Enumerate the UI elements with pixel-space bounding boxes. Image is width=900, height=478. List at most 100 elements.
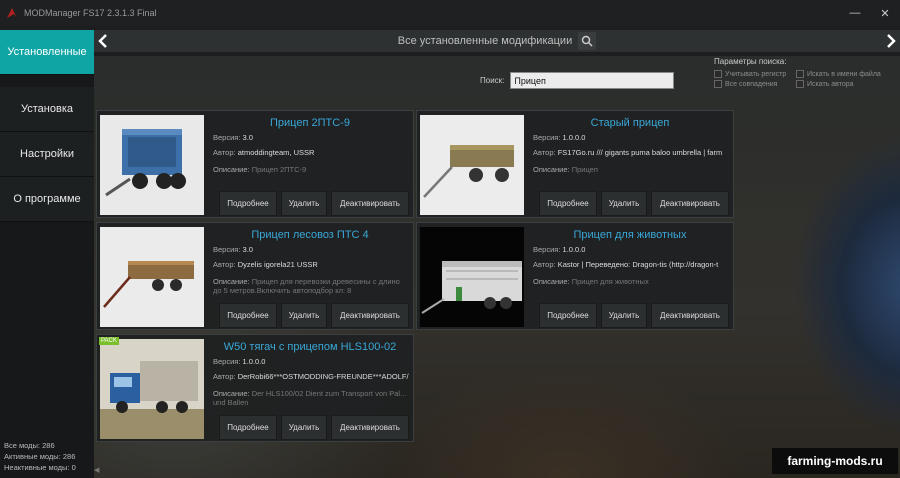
delete-button[interactable]: Удалить	[601, 303, 647, 328]
mod-title[interactable]: Прицеп для животных	[531, 229, 729, 241]
version-label: Версия:	[533, 133, 561, 142]
details-button[interactable]: Подробнее	[219, 415, 277, 440]
search-params: Параметры поиска: Учитывать регистр Иска…	[714, 57, 896, 88]
sidebar-item-settings[interactable]: Настройки	[0, 132, 94, 177]
description-label: Описание:	[213, 389, 250, 398]
version-value: 1.0.0.0	[562, 133, 586, 142]
version-label: Версия:	[213, 357, 241, 366]
checkbox-label: Искать в имени файла	[807, 70, 881, 78]
mod-description: Описание: Der HLS100/02 Dient zum Transp…	[213, 389, 409, 409]
window-title: MODManager FS17 2.3.1.3 Final	[24, 8, 157, 18]
scroll-left-icon[interactable]: ◀	[94, 466, 104, 476]
description-value: Прицеп 2ПТС-9	[251, 165, 307, 174]
checkbox-search-filename[interactable]: Искать в имени файла	[796, 70, 892, 78]
mod-thumbnail	[100, 339, 204, 439]
deactivate-button[interactable]: Деактивировать	[651, 303, 729, 328]
checkbox-label: Искать автора	[807, 80, 854, 88]
version-label: Версия:	[533, 245, 561, 254]
sidebar-item-label: О программе	[13, 193, 81, 205]
prev-arrow-icon[interactable]	[94, 30, 112, 52]
mod-card: Прицеп 2ПТС-9 Версия: 3.0 Автор: atmoddi…	[96, 110, 414, 218]
details-button[interactable]: Подробнее	[539, 303, 597, 328]
mod-thumbnail	[420, 227, 524, 327]
sidebar-item-install[interactable]: Установка	[0, 87, 94, 132]
checkbox-box[interactable]	[796, 70, 804, 78]
details-button[interactable]: Подробнее	[219, 303, 277, 328]
checkbox-label: Учитывать регистр	[725, 70, 787, 78]
title-bar: MODManager FS17 2.3.1.3 Final — ✕	[0, 0, 900, 26]
version-value: 1.0.0.0	[562, 245, 586, 254]
delete-button[interactable]: Удалить	[601, 191, 647, 216]
search-input[interactable]	[510, 72, 675, 89]
checkbox-case-sensitive[interactable]: Учитывать регистр	[714, 70, 796, 78]
details-button[interactable]: Подробнее	[539, 191, 597, 216]
pack-badge: PACK	[99, 337, 119, 345]
card-buttons: Подробнее Удалить Деактивировать	[219, 191, 409, 216]
card-buttons: Подробнее Удалить Деактивировать	[539, 191, 729, 216]
sidebar-item-about[interactable]: О программе	[0, 177, 94, 222]
mod-title[interactable]: Старый прицеп	[531, 117, 729, 129]
mod-author: Автор: DerRobi66***OSTMODDING-FREUNDE***…	[213, 372, 409, 381]
mod-author: Автор: Kastor | Переведено: Dragon-tis (…	[533, 260, 729, 269]
close-icon[interactable]: ✕	[870, 0, 900, 26]
checkbox-box[interactable]	[714, 70, 722, 78]
author-value: Dyzelis igorela21 USSR	[237, 260, 318, 269]
deactivate-button[interactable]: Деактивировать	[331, 415, 409, 440]
author-label: Автор:	[213, 372, 236, 381]
author-label: Автор:	[213, 148, 236, 157]
mod-description: Описание: Прицеп	[533, 165, 729, 185]
description-label: Описание:	[533, 277, 570, 286]
search-row: Поиск:	[480, 72, 675, 89]
checkbox-search-author[interactable]: Искать автора	[796, 80, 892, 88]
card-buttons: Подробнее Удалить Деактивировать	[219, 303, 409, 328]
mod-thumbnail	[100, 115, 204, 215]
version-value: 3.0	[242, 245, 253, 254]
mod-card: Старый прицеп Версия: 1.0.0.0 Автор: FS1…	[416, 110, 734, 218]
mod-thumbnail	[420, 115, 524, 215]
mod-author: Автор: FS17Go.ru /// gigants puma baloo …	[533, 148, 729, 157]
delete-button[interactable]: Удалить	[281, 415, 327, 440]
author-label: Автор:	[533, 260, 556, 269]
minimize-icon[interactable]: —	[840, 0, 870, 26]
stat-active: Активные моды: 286	[4, 452, 76, 461]
sidebar-item-label: Настройки	[20, 148, 74, 160]
version-value: 1.0.0.0	[242, 357, 266, 366]
details-button[interactable]: Подробнее	[219, 191, 277, 216]
mod-version: Версия: 3.0	[213, 133, 409, 142]
mod-title[interactable]: Прицеп лесовоз ПТС 4	[211, 229, 409, 241]
author-label: Автор:	[533, 148, 556, 157]
subheader: Все установленные модификации	[94, 30, 900, 52]
author-value: FS17Go.ru /// gigants puma baloo umbrell…	[557, 148, 723, 157]
mod-card: Прицеп для животных Версия: 1.0.0.0 Авто…	[416, 222, 734, 330]
mod-version: Версия: 3.0	[213, 245, 409, 254]
delete-button[interactable]: Удалить	[281, 303, 327, 328]
sidebar-item-installed[interactable]: Установленные	[0, 30, 94, 75]
mod-title[interactable]: Прицеп 2ПТС-9	[211, 117, 409, 129]
version-value: 3.0	[242, 133, 253, 142]
app-logo-icon	[7, 8, 17, 18]
mod-title[interactable]: W50 тягач с прицепом HLS100-02	[211, 341, 409, 353]
search-label: Поиск:	[480, 76, 505, 85]
mod-version: Версия: 1.0.0.0	[533, 133, 729, 142]
window-controls: — ✕	[840, 0, 900, 26]
mod-description: Описание: Прицеп 2ПТС-9	[213, 165, 409, 185]
sidebar-item-label: Установленные	[7, 46, 87, 58]
mod-version: Версия: 1.0.0.0	[533, 245, 729, 254]
checkbox-box[interactable]	[714, 80, 722, 88]
description-label: Описание:	[213, 165, 250, 174]
deactivate-button[interactable]: Деактивировать	[651, 191, 729, 216]
mod-version: Версия: 1.0.0.0	[213, 357, 409, 366]
deactivate-button[interactable]: Деактивировать	[331, 191, 409, 216]
description-label: Описание:	[533, 165, 570, 174]
next-arrow-icon[interactable]	[882, 30, 900, 52]
mod-thumbnail	[100, 227, 204, 327]
page-title: Все установленные модификации	[397, 35, 573, 47]
description-value: Прицеп	[571, 165, 598, 174]
search-params-title: Параметры поиска:	[714, 57, 787, 66]
checkbox-box[interactable]	[796, 80, 804, 88]
delete-button[interactable]: Удалить	[281, 191, 327, 216]
checkbox-all-matches[interactable]: Все совпадения	[714, 80, 796, 88]
search-icon[interactable]	[578, 32, 597, 50]
deactivate-button[interactable]: Деактивировать	[331, 303, 409, 328]
sidebar: Установленные Установка Настройки О прог…	[0, 30, 94, 478]
